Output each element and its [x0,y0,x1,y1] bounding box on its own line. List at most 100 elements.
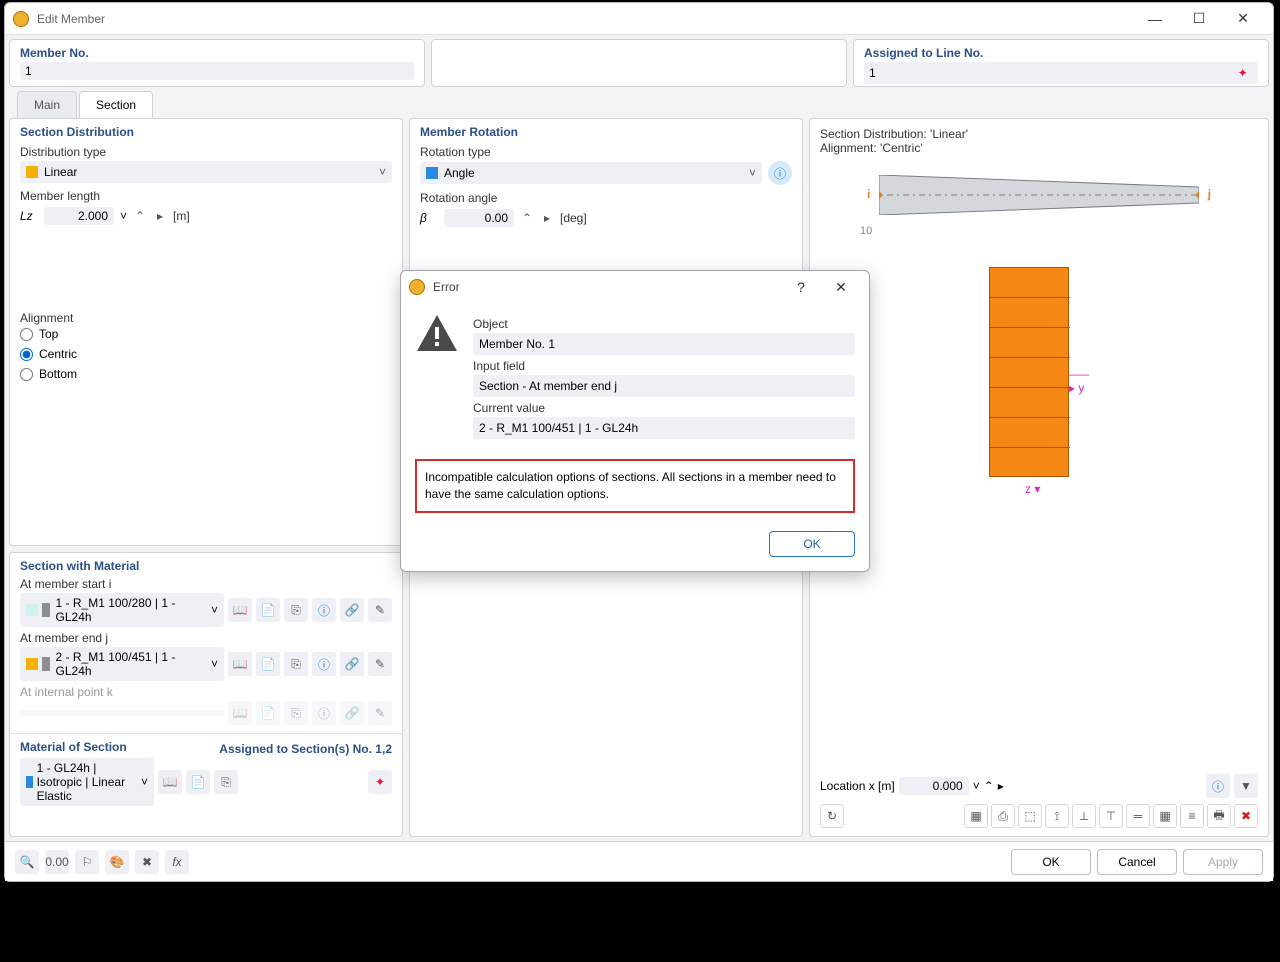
ok-button[interactable]: OK [1011,849,1091,875]
member-no-input[interactable] [25,64,409,78]
ptool-8[interactable]: ▦ [1153,804,1177,828]
align-centric[interactable]: Centric [20,347,392,361]
cancel-button[interactable]: Cancel [1097,849,1177,875]
beta-input[interactable]: 0.00 [444,209,514,227]
node-j-label: j [1208,187,1211,201]
location-input[interactable]: 0.000 [899,777,969,795]
node-i-label: i [867,187,870,201]
beta-play[interactable]: ▸ [540,211,554,225]
copy-button-j[interactable]: ⎘ [284,652,308,676]
cross-section-preview: –––▸ y z ▾ [989,267,1089,497]
lz-picker[interactable]: ˅ [120,209,127,223]
btool-units[interactable]: 0.00 [45,850,69,874]
rotation-type-label: Rotation type [420,145,792,159]
error-help-button[interactable]: ? [781,279,821,295]
btool-nav[interactable]: ⚐ [75,850,99,874]
btool-del[interactable]: ✖ [135,850,159,874]
wand-button-j[interactable]: ✎ [368,652,392,676]
ptool-6[interactable]: ⊤ [1099,804,1123,828]
pick-line-button[interactable]: ✦ [1232,64,1253,82]
dist-type-value: Linear [44,165,77,179]
assigned-line-input[interactable] [869,66,1232,80]
member-length-label: Member length [20,189,392,203]
align-bottom[interactable]: Bottom [20,367,392,381]
bottom-bar: 🔍 0.00 ⚐ 🎨 ✖ fx OK Cancel Apply [5,841,1273,881]
lib-button-j[interactable]: 📖 [228,652,252,676]
beta-spinner[interactable]: ⌃ [520,211,534,225]
tab-section[interactable]: Section [79,91,153,118]
lz-unit: [m] [173,209,190,223]
loc-spinner[interactable]: ⌃ [984,779,994,793]
dist-type-select[interactable]: Linear ˅ [20,161,392,183]
tab-main[interactable]: Main [17,91,77,118]
empty-card [431,39,847,87]
close-button[interactable]: ✕ [1221,4,1265,34]
loc-info-button[interactable]: ⓘ [1206,774,1230,798]
material-select[interactable]: 1 - GL24h | Isotropic | Linear Elastic ˅ [20,758,154,806]
btool-help[interactable]: 🔍 [15,850,39,874]
ptool-3[interactable]: ⬚ [1018,804,1042,828]
ptool-close[interactable]: ✖ [1234,804,1258,828]
dist-type-label: Distribution type [20,145,392,159]
ptool-2[interactable]: ⎙ [991,804,1015,828]
copy-button-i[interactable]: ⎘ [284,598,308,622]
maximize-button[interactable]: ☐ [1177,4,1221,34]
mat-copy-button[interactable]: ⎘ [214,770,238,794]
link-button-i[interactable]: 🔗 [340,598,364,622]
start-i-select[interactable]: 1 - R_M1 100/280 | 1 - GL24h ˅ [20,593,224,627]
ptool-1[interactable]: ▦ [964,804,988,828]
lz-spinner[interactable]: ⌃ [133,209,147,223]
minimize-button[interactable]: — [1133,4,1177,34]
member-no-card: Member No. [9,39,425,87]
lib-button-i[interactable]: 📖 [228,598,252,622]
rotation-type-select[interactable]: Angle ˅ [420,162,762,184]
lz-play[interactable]: ▸ [153,209,167,223]
error-object-label: Object [473,317,855,331]
rotation-angle-label: Rotation angle [420,191,792,205]
wand-button-i[interactable]: ✎ [368,598,392,622]
rotation-info-button[interactable]: ⓘ [768,161,792,185]
mat-new-button[interactable]: 📄 [186,770,210,794]
ptool-10[interactable]: 🖶 [1207,804,1231,828]
align-top[interactable]: Top [20,327,392,341]
ptool-9[interactable]: ≡ [1180,804,1204,828]
preview-line2: Alignment: 'Centric' [820,141,1258,155]
ptool-refresh[interactable]: ↻ [820,804,844,828]
end-j-select[interactable]: 2 - R_M1 100/451 | 1 - GL24h ˅ [20,647,224,681]
material-row: 1 - GL24h | Isotropic | Linear Elastic ˅… [20,758,392,806]
titlebar: Edit Member — ☐ ✕ [5,3,1273,35]
overlap-label: 10 [860,225,1258,237]
member-no-label: Member No. [20,46,414,60]
rotation-angle-row: β 0.00 ⌃ ▸ [deg] [420,209,792,227]
error-content: Object Member No. 1 Input field Section … [473,313,855,439]
loc-picker[interactable]: ˅ [973,779,980,793]
ptool-5[interactable]: ⊥ [1072,804,1096,828]
loc-play[interactable]: ▸ [998,779,1004,793]
error-app-icon [409,279,425,295]
new-button-i[interactable]: 📄 [256,598,280,622]
error-close-button[interactable]: ✕ [821,279,861,296]
link-button-j[interactable]: 🔗 [340,652,364,676]
mat-lib-button[interactable]: 📖 [158,770,182,794]
ptool-7[interactable]: ═ [1126,804,1150,828]
section-distribution-title: Section Distribution [20,125,392,139]
mat-del-button[interactable]: ✦ [368,770,392,794]
error-ok-button[interactable]: OK [769,531,855,557]
window-title: Edit Member [37,12,1133,26]
info-button-j[interactable]: ⓘ [312,652,336,676]
beta-label: β [420,211,438,225]
new-button-k: 📄 [256,701,280,725]
btool-fx[interactable]: fx [165,850,189,874]
btool-color[interactable]: 🎨 [105,850,129,874]
error-message: Incompatible calculation options of sect… [415,459,855,513]
new-button-j[interactable]: 📄 [256,652,280,676]
right-column: Section Distribution: 'Linear' Alignment… [809,118,1269,837]
ptool-4[interactable]: ⟟ [1045,804,1069,828]
lz-input[interactable]: 2.000 [44,207,114,225]
info-button-i[interactable]: ⓘ [312,598,336,622]
info-button-k: ⓘ [312,701,336,725]
loc-filter-button[interactable]: ▼ [1234,774,1258,798]
error-body: Object Member No. 1 Input field Section … [401,303,869,453]
material-title: Material of Section [20,740,127,754]
material-value: 1 - GL24h | Isotropic | Linear Elastic [37,761,141,803]
